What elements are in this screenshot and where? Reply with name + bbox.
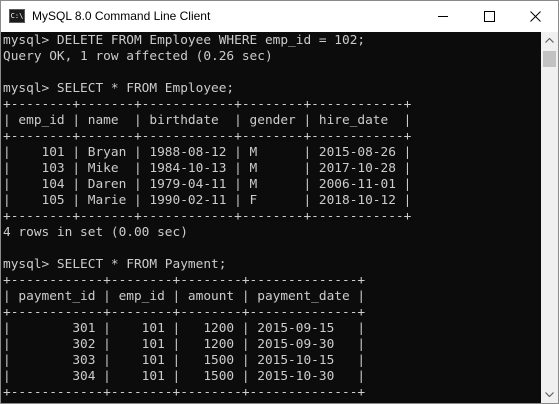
mysql-client-window: C:\ MySQL 8.0 Command Line Client mysql>… [0, 0, 559, 404]
scrollbar-thumb[interactable] [543, 51, 556, 67]
console-line: | 105 | Marie | 1990-02-11 | F | 2018-10… [3, 193, 412, 208]
scroll-down-arrow-icon [545, 392, 554, 397]
maximize-icon [484, 11, 495, 22]
console-line: +--------+-------+------------+--------+… [3, 129, 412, 144]
close-icon [530, 11, 541, 22]
close-button[interactable] [512, 1, 558, 32]
console-line: mysql> SELECT * FROM Payment; [3, 257, 227, 272]
scroll-down-button[interactable] [541, 386, 558, 403]
console-line: | 301 | 101 | 1200 | 2015-09-15 | [3, 321, 366, 336]
console-line: +------------+--------+--------+--------… [3, 273, 366, 288]
console-line: | 304 | 101 | 1500 | 2015-10-30 | [3, 369, 366, 384]
console-line: | 104 | Daren | 1979-04-11 | M | 2006-11… [3, 177, 412, 192]
vertical-scrollbar[interactable] [541, 32, 558, 403]
console-text: mysql> DELETE FROM Employee WHERE emp_id… [3, 33, 411, 401]
console-line: mysql> SELECT * FROM Employee; [3, 81, 235, 96]
console-line: | 303 | 101 | 1500 | 2015-10-15 | [3, 353, 366, 368]
minimize-icon [438, 16, 448, 17]
minimize-button[interactable] [420, 1, 466, 32]
console-output[interactable]: mysql> DELETE FROM Employee WHERE emp_id… [1, 32, 541, 403]
console-line: | 103 | Mike | 1984-10-13 | M | 2017-10-… [3, 161, 412, 176]
window-title: MySQL 8.0 Command Line Client [32, 9, 211, 23]
console-line: +--------+-------+------------+--------+… [3, 97, 412, 112]
scroll-up-button[interactable] [541, 32, 558, 49]
maximize-button[interactable] [466, 1, 512, 32]
console-line: +------------+--------+--------+--------… [3, 385, 366, 400]
console-line: 4 rows in set (0.00 sec) [3, 225, 188, 240]
console-line: Query OK, 1 row affected (0.26 sec) [3, 49, 273, 64]
console-line: | 101 | Bryan | 1988-08-12 | M | 2015-08… [3, 145, 412, 160]
console-line: +------------+--------+--------+--------… [3, 305, 366, 320]
console-line: | 302 | 101 | 1200 | 2015-09-30 | [3, 337, 366, 352]
title-bar[interactable]: C:\ MySQL 8.0 Command Line Client [1, 1, 558, 32]
console-line: | payment_id | emp_id | amount | payment… [3, 289, 366, 304]
scroll-up-arrow-icon [545, 38, 554, 43]
console-line: | emp_id | name | birthdate | gender | h… [3, 113, 412, 128]
terminal-icon: C:\ [9, 9, 25, 23]
console-line: +--------+-------+------------+--------+… [3, 209, 412, 224]
console-line: mysql> DELETE FROM Employee WHERE emp_id… [3, 33, 366, 48]
